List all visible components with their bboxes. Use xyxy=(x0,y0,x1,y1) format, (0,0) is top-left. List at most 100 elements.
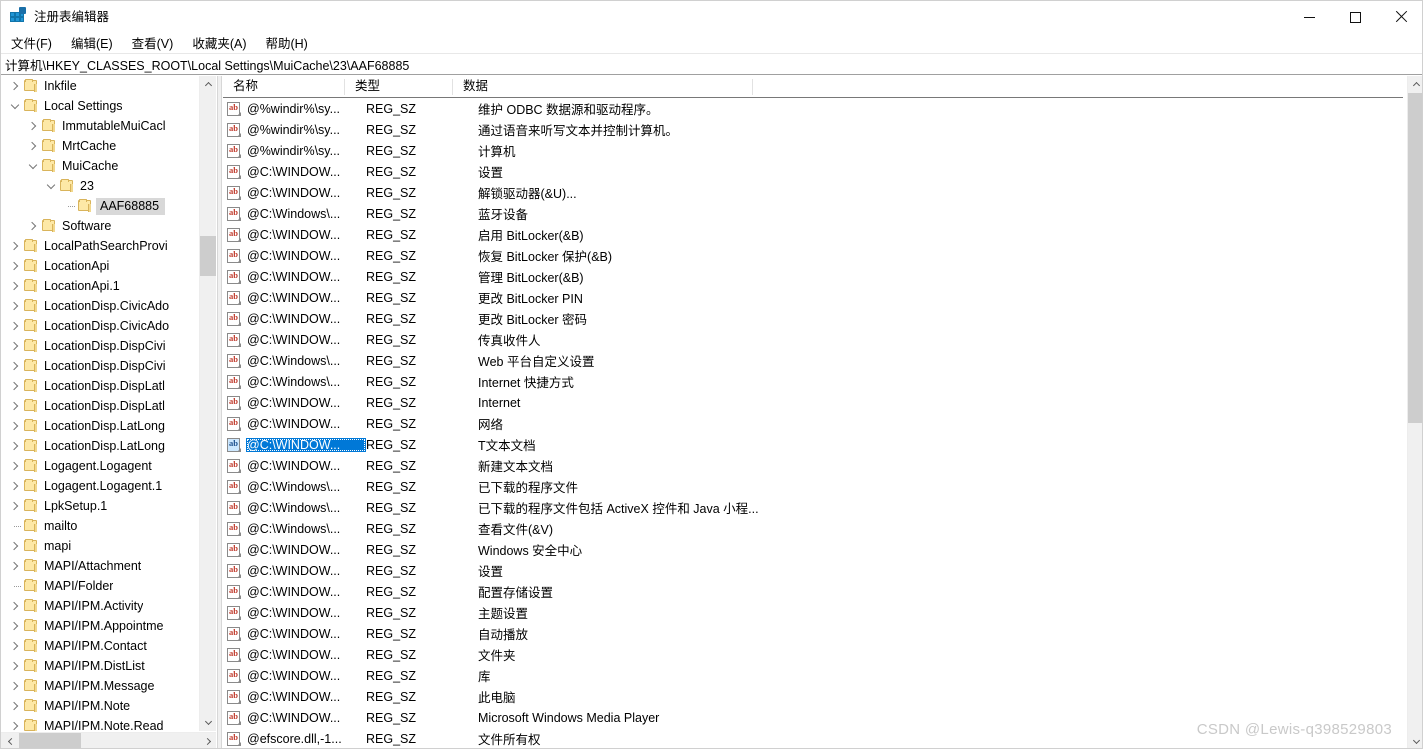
list-scroll-down-button[interactable] xyxy=(1408,733,1422,748)
table-row[interactable]: ab @C:\WINDOW... REG_SZ 恢复 BitLocker 保护(&B) xyxy=(223,245,1403,266)
tree-horizontal-scroll-thumb[interactable] xyxy=(19,732,81,748)
tree-scroll-up-button[interactable] xyxy=(200,76,216,93)
chevron-right-icon[interactable] xyxy=(25,118,41,134)
table-row[interactable]: ab @C:\Windows\... REG_SZ 已下载的程序文件包括 Active… xyxy=(223,497,1403,518)
maximize-button[interactable] xyxy=(1332,1,1378,33)
tree-node[interactable]: ImmutableMuiCacl xyxy=(1,116,200,136)
table-row[interactable]: ab @C:\WINDOW... REG_SZ 传真收件人 xyxy=(223,329,1403,350)
tree-node[interactable]: LocationApi xyxy=(1,256,200,276)
chevron-right-icon[interactable] xyxy=(7,458,23,474)
tree-scroll-down-button[interactable] xyxy=(200,714,216,731)
list-vertical-scrollbar[interactable] xyxy=(1407,76,1422,748)
chevron-right-icon[interactable] xyxy=(7,658,23,674)
chevron-right-icon[interactable] xyxy=(7,278,23,294)
chevron-right-icon[interactable] xyxy=(7,618,23,634)
table-row[interactable]: ab @C:\WINDOW... REG_SZ T文本文档 xyxy=(223,434,1403,455)
tree-scroll-left-button[interactable] xyxy=(1,733,19,749)
tree-hscroll-track[interactable] xyxy=(19,732,199,748)
menu-file[interactable]: 文件(F) xyxy=(11,32,61,54)
table-row[interactable]: ab @%windir%\sy... REG_SZ 通过语音来听写文本并控制计算机。 xyxy=(223,119,1403,140)
tree-node[interactable]: Logagent.Logagent.1 xyxy=(1,476,200,496)
registry-values-list[interactable]: ab @%windir%\sy... REG_SZ 维护 ODBC 数据源和驱动程序。… xyxy=(223,98,1403,748)
chevron-right-icon[interactable] xyxy=(7,438,23,454)
tree-node[interactable]: LocalPathSearchProvi xyxy=(1,236,200,256)
tree-node[interactable]: MAPI/IPM.Message xyxy=(1,676,200,696)
tree-node[interactable]: MAPI/IPM.DistList xyxy=(1,656,200,676)
table-row[interactable]: ab @C:\WINDOW... REG_SZ 自动播放 xyxy=(223,623,1403,644)
close-button[interactable] xyxy=(1378,1,1422,33)
pane-splitter[interactable] xyxy=(217,76,222,748)
table-row[interactable]: ab @C:\Windows\... REG_SZ 已下载的程序文件 xyxy=(223,476,1403,497)
chevron-right-icon[interactable] xyxy=(7,678,23,694)
tree-node[interactable]: LocationDisp.CivicAdo xyxy=(1,296,200,316)
tree-node[interactable]: AAF68885 xyxy=(1,196,200,216)
chevron-down-icon[interactable] xyxy=(25,158,41,174)
tree-node[interactable]: MAPI/IPM.Contact xyxy=(1,636,200,656)
tree-node[interactable]: LocationDisp.DispLatl xyxy=(1,376,200,396)
tree-vertical-scrollbar[interactable] xyxy=(199,76,216,731)
table-row[interactable]: ab @C:\WINDOW... REG_SZ 网络 xyxy=(223,413,1403,434)
chevron-right-icon[interactable] xyxy=(7,598,23,614)
chevron-right-icon[interactable] xyxy=(7,558,23,574)
chevron-down-icon[interactable] xyxy=(7,98,23,114)
chevron-down-icon[interactable] xyxy=(43,178,59,194)
chevron-right-icon[interactable] xyxy=(7,298,23,314)
menu-favorites[interactable]: 收藏夹(A) xyxy=(192,32,255,54)
menu-view[interactable]: 查看(V) xyxy=(132,32,183,54)
tree-node[interactable]: Software xyxy=(1,216,200,236)
table-row[interactable]: ab @C:\WINDOW... REG_SZ 库 xyxy=(223,665,1403,686)
tree-node[interactable]: LocationDisp.LatLong xyxy=(1,416,200,436)
column-header-type[interactable]: 类型 xyxy=(345,76,453,97)
table-row[interactable]: ab @C:\WINDOW... REG_SZ 配置存储设置 xyxy=(223,581,1403,602)
tree-node[interactable]: LocationDisp.LatLong xyxy=(1,436,200,456)
chevron-right-icon[interactable] xyxy=(7,418,23,434)
chevron-right-icon[interactable] xyxy=(7,718,23,731)
table-row[interactable]: ab @C:\WINDOW... REG_SZ 更改 BitLocker PIN xyxy=(223,287,1403,308)
menu-help[interactable]: 帮助(H) xyxy=(265,32,316,54)
chevron-right-icon[interactable] xyxy=(7,478,23,494)
chevron-right-icon[interactable] xyxy=(25,138,41,154)
list-vertical-scroll-thumb[interactable] xyxy=(1408,93,1422,423)
table-row[interactable]: ab @C:\Windows\... REG_SZ 查看文件(&V) xyxy=(223,518,1403,539)
chevron-right-icon[interactable] xyxy=(7,638,23,654)
tree-node[interactable]: mapi xyxy=(1,536,200,556)
chevron-right-icon[interactable] xyxy=(7,398,23,414)
table-row[interactable]: ab @C:\WINDOW... REG_SZ 设置 xyxy=(223,161,1403,182)
table-row[interactable]: ab @C:\WINDOW... REG_SZ 更改 BitLocker 密码 xyxy=(223,308,1403,329)
table-row[interactable]: ab @efscore.dll,-1... REG_SZ 文件所有权 xyxy=(223,728,1403,748)
tree-node[interactable]: MAPI/Folder xyxy=(1,576,200,596)
table-row[interactable]: ab @C:\WINDOW... REG_SZ Microsoft Windows M… xyxy=(223,707,1403,728)
table-row[interactable]: ab @C:\Windows\... REG_SZ Internet 快捷方式 xyxy=(223,371,1403,392)
tree-node[interactable]: MAPI/Attachment xyxy=(1,556,200,576)
minimize-button[interactable] xyxy=(1286,1,1332,33)
tree-node[interactable]: MAPI/IPM.Note xyxy=(1,696,200,716)
tree-node[interactable]: LocationApi.1 xyxy=(1,276,200,296)
tree-node[interactable]: MrtCache xyxy=(1,136,200,156)
tree-node[interactable]: MuiCache xyxy=(1,156,200,176)
address-bar[interactable]: 计算机\HKEY_CLASSES_ROOT\Local Settings\Mui… xyxy=(1,53,1422,75)
tree-node[interactable]: mailto xyxy=(1,516,200,536)
chevron-right-icon[interactable] xyxy=(7,538,23,554)
chevron-right-icon[interactable] xyxy=(7,78,23,94)
table-row[interactable]: ab @C:\WINDOW... REG_SZ 此电脑 xyxy=(223,686,1403,707)
tree-node[interactable]: LocationDisp.DispCivi xyxy=(1,356,200,376)
tree-scroll-right-button[interactable] xyxy=(199,733,216,749)
chevron-right-icon[interactable] xyxy=(7,238,23,254)
tree-node[interactable]: Logagent.Logagent xyxy=(1,456,200,476)
tree-vertical-scroll-thumb[interactable] xyxy=(200,236,216,276)
column-header-data[interactable]: 数据 xyxy=(453,76,753,97)
tree-node[interactable]: MAPI/IPM.Appointme xyxy=(1,616,200,636)
tree-node[interactable]: 23 xyxy=(1,176,200,196)
table-row[interactable]: ab @C:\WINDOW... REG_SZ 主题设置 xyxy=(223,602,1403,623)
table-row[interactable]: ab @C:\WINDOW... REG_SZ Internet xyxy=(223,392,1403,413)
chevron-right-icon[interactable] xyxy=(7,258,23,274)
tree-node[interactable]: MAPI/IPM.Activity xyxy=(1,596,200,616)
table-row[interactable]: ab @C:\WINDOW... REG_SZ 设置 xyxy=(223,560,1403,581)
table-row[interactable]: ab @C:\Windows\... REG_SZ Web 平台自定义设置 xyxy=(223,350,1403,371)
tree-node[interactable]: LocationDisp.DispLatl xyxy=(1,396,200,416)
tree-node[interactable]: MAPI/IPM.Note.Read xyxy=(1,716,200,731)
tree-horizontal-scrollbar[interactable] xyxy=(1,732,216,749)
tree-node[interactable]: LocationDisp.CivicAdo xyxy=(1,316,200,336)
table-row[interactable]: ab @C:\WINDOW... REG_SZ Windows 安全中心 xyxy=(223,539,1403,560)
tree-node[interactable]: LocationDisp.DispCivi xyxy=(1,336,200,356)
